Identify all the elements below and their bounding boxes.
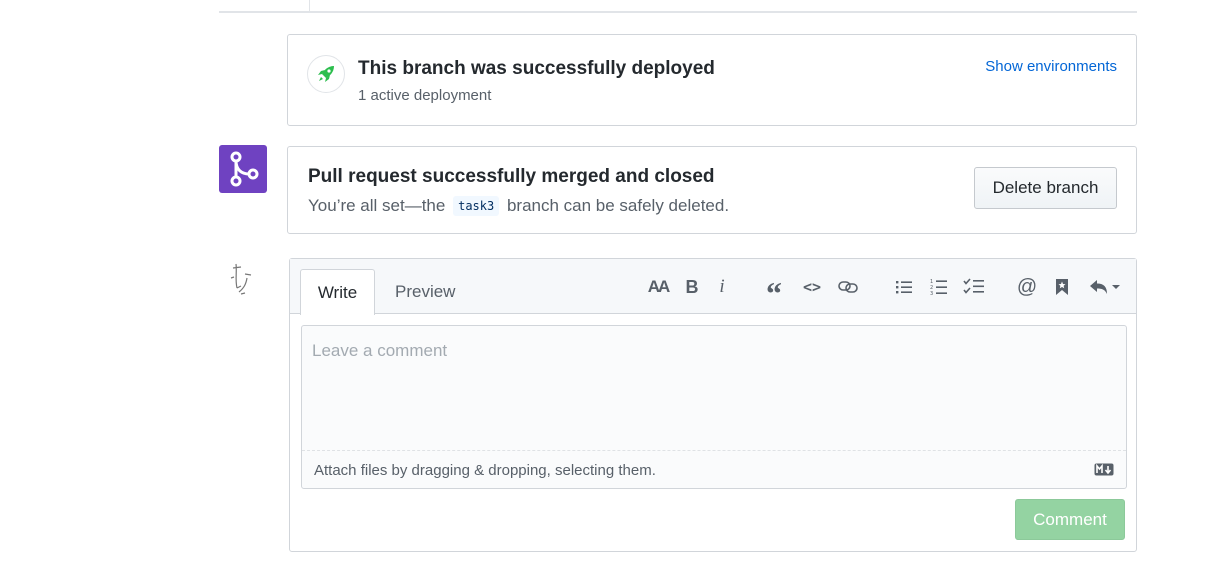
task-list-icon[interactable] [963, 276, 985, 298]
tab-preview[interactable]: Preview [385, 269, 465, 315]
saved-reply-icon[interactable] [1055, 276, 1069, 298]
attach-files-bar[interactable]: Attach files by dragging & dropping, sel… [302, 450, 1126, 488]
bulleted-list-icon[interactable] [895, 276, 913, 298]
svg-text:3: 3 [930, 291, 933, 296]
numbered-list-icon[interactable]: 1 2 3 [930, 276, 948, 298]
deployment-title: This branch was successfully deployed [358, 58, 715, 79]
merge-subtitle: You’re all set—the task3 branch can be s… [308, 196, 729, 216]
reply-icon[interactable] [1088, 276, 1122, 298]
comment-tabnav: Write Preview AA B i “ <> 1 2 3 @ [290, 259, 1136, 315]
code-glyph: <> [802, 278, 822, 296]
merge-subtitle-before: You’re all set—the [308, 196, 446, 215]
timeline-divider [219, 11, 1137, 13]
merge-icon [219, 145, 267, 193]
comment-form: Write Preview AA B i “ <> 1 2 3 @ Leave … [289, 258, 1137, 552]
rocket-icon [307, 55, 345, 93]
delete-branch-button[interactable]: Delete branch [974, 167, 1117, 209]
italic-glyph: i [719, 276, 725, 297]
attach-files-text[interactable]: Attach files by dragging & dropping, sel… [314, 462, 656, 479]
mention-glyph: @ [1016, 275, 1038, 298]
bold-icon[interactable]: B [683, 276, 701, 298]
code-icon[interactable]: <> [802, 276, 822, 298]
comment-submit-button[interactable]: Comment [1015, 499, 1125, 540]
quote-icon[interactable]: “ [764, 276, 784, 309]
show-environments-link[interactable]: Show environments [985, 58, 1117, 75]
italic-icon[interactable]: i [715, 276, 729, 298]
mention-icon[interactable]: @ [1017, 276, 1037, 298]
merge-status-box: Pull request successfully merged and clo… [287, 146, 1137, 234]
avatar[interactable] [219, 258, 263, 302]
markdown-icon[interactable] [1094, 463, 1114, 481]
header-glyph: AA [647, 277, 671, 296]
deployment-subtitle: 1 active deployment [358, 87, 492, 104]
bold-glyph: B [685, 276, 699, 297]
tab-write[interactable]: Write [300, 269, 375, 315]
merge-title: Pull request successfully merged and clo… [308, 166, 715, 187]
comment-write-area: Attach files by dragging & dropping, sel… [301, 325, 1127, 489]
link-icon[interactable] [838, 276, 858, 298]
comment-textarea[interactable] [302, 326, 1126, 450]
deployment-status-box: This branch was successfully deployed 1 … [287, 34, 1137, 126]
quote-glyph: “ [766, 275, 782, 311]
merge-subtitle-after: branch can be safely deleted. [506, 196, 730, 215]
branch-name: task3 [453, 196, 500, 216]
header-icon[interactable]: AA [646, 276, 671, 298]
